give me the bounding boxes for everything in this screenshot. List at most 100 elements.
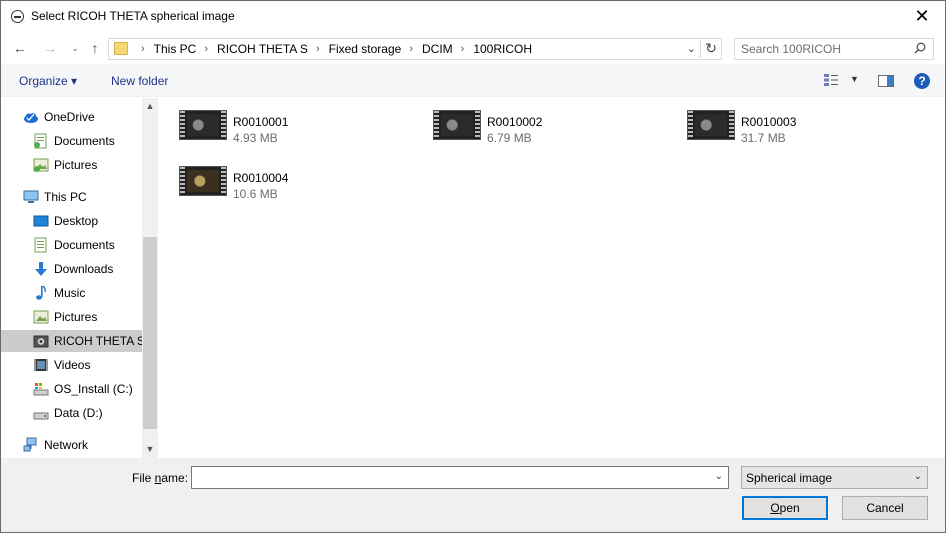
refresh-icon[interactable]: ↻ [700, 40, 717, 58]
sidebar-item-label: Data (D:) [54, 406, 103, 420]
sidebar-item-label: RICOH THETA S [54, 334, 145, 348]
file-list: R0010001 4.93 MB R0010002 6.79 MB R00100… [159, 98, 945, 458]
chevron-right-icon[interactable]: › [141, 43, 145, 55]
file-name: R0010003 [741, 115, 797, 129]
footer-panel: File name: ⌄ Spherical image ⌄ Open Canc… [1, 458, 945, 532]
scroll-down-arrow-icon[interactable]: ▼ [142, 441, 158, 458]
sidebar-item-label: Network [44, 438, 89, 452]
crumb-100ricoh[interactable]: 100RICOH [473, 42, 532, 56]
sidebar-item-label: Downloads [54, 262, 114, 276]
app-icon [11, 10, 24, 23]
drive-icon [33, 405, 49, 421]
computer-icon [23, 189, 39, 205]
help-icon[interactable]: ? [914, 73, 930, 89]
file-type-value: Spherical image [746, 471, 833, 485]
pictures-icon [33, 309, 49, 325]
sidebar-item-label: Videos [54, 358, 91, 372]
file-name: R0010004 [233, 171, 289, 185]
close-button[interactable]: ✕ [899, 1, 945, 31]
file-size: 4.93 MB [233, 131, 278, 145]
crumb-ricoh-theta-s[interactable]: RICOH THETA S [217, 42, 308, 56]
nav-scrollbar[interactable]: ▲ ▼ [142, 98, 158, 458]
file-type-select[interactable]: Spherical image ⌄ [741, 466, 928, 489]
close-icon: ✕ [914, 5, 930, 26]
recent-locations-button[interactable]: ⌄ [67, 40, 83, 56]
file-item[interactable]: R0010003 31.7 MB [667, 98, 907, 145]
sidebar-item-data-drive[interactable]: Data (D:) [33, 402, 103, 424]
scrollbar-thumb[interactable] [143, 237, 157, 429]
sidebar-item-label: This PC [44, 190, 87, 204]
folder-icon [114, 42, 128, 55]
file-item[interactable]: R0010004 10.6 MB [159, 154, 399, 201]
documents-icon [33, 237, 49, 253]
chevron-right-icon[interactable]: › [316, 43, 320, 55]
sidebar-item-label: OS_Install (C:) [54, 382, 133, 396]
cloud-icon [23, 109, 39, 125]
sidebar-item-onedrive-pictures[interactable]: Pictures [33, 154, 97, 176]
search-input[interactable]: Search 100RICOH [734, 38, 934, 60]
filename-field[interactable]: ⌄ [191, 466, 729, 489]
file-item[interactable]: R0010001 4.93 MB [159, 98, 399, 145]
video-thumbnail [179, 110, 227, 140]
command-bar: Organize ▾ New folder ▼ ? [1, 64, 945, 97]
search-placeholder: Search 100RICOH [741, 42, 842, 56]
sidebar-item-label: Documents [54, 134, 115, 148]
sidebar-item-os-install[interactable]: OS_Install (C:) [33, 378, 133, 400]
up-button[interactable]: ↑ [87, 40, 103, 56]
chevron-right-icon[interactable]: › [461, 43, 465, 55]
file-open-dialog: Select RICOH THETA spherical image ✕ ← →… [0, 0, 946, 533]
sidebar-item-network[interactable]: Network [23, 434, 88, 456]
chevron-down-icon[interactable]: ⌄ [715, 471, 723, 482]
download-icon [33, 261, 49, 277]
search-icon[interactable] [914, 42, 926, 54]
video-icon [33, 357, 49, 373]
file-name: R0010002 [487, 115, 543, 129]
drive-icon [33, 381, 49, 397]
chevron-right-icon[interactable]: › [204, 43, 208, 55]
sidebar-item-ricoh-theta-s[interactable]: RICOH THETA S [1, 330, 145, 352]
address-bar[interactable]: › This PC › RICOH THETA S › Fixed storag… [108, 38, 722, 60]
cancel-button[interactable]: Cancel [842, 496, 928, 520]
open-button[interactable]: Open [742, 496, 828, 520]
new-folder-button[interactable]: New folder [111, 74, 168, 88]
sidebar-item-onedrive-documents[interactable]: Documents [33, 130, 115, 152]
sidebar-item-label: Desktop [54, 214, 99, 228]
sidebar-item-pictures[interactable]: Pictures [33, 306, 97, 328]
sidebar-item-onedrive[interactable]: OneDrive [23, 106, 95, 128]
crumb-this-pc[interactable]: This PC [154, 42, 197, 56]
sidebar-item-desktop[interactable]: Desktop [33, 210, 98, 232]
file-size: 10.6 MB [233, 187, 278, 201]
sidebar-item-this-pc[interactable]: This PC [23, 186, 87, 208]
chevron-right-icon[interactable]: › [409, 43, 413, 55]
desktop-icon [33, 213, 49, 229]
preview-pane-icon[interactable] [878, 75, 894, 87]
crumb-dcim[interactable]: DCIM [422, 42, 453, 56]
file-item[interactable]: R0010002 6.79 MB [413, 98, 653, 145]
sidebar-item-music[interactable]: Music [33, 282, 85, 304]
network-icon [23, 437, 39, 453]
documents-icon [33, 133, 49, 149]
view-dropdown-button[interactable]: ▼ [850, 74, 859, 84]
crumb-fixed-storage[interactable]: Fixed storage [329, 42, 402, 56]
file-size: 6.79 MB [487, 131, 532, 145]
address-history-dropdown[interactable]: ⌄ [687, 42, 696, 55]
title-bar: Select RICOH THETA spherical image ✕ [1, 1, 945, 32]
video-thumbnail [179, 166, 227, 196]
video-thumbnail [433, 110, 481, 140]
forward-button[interactable]: → [42, 40, 58, 56]
sidebar-item-label: Pictures [54, 158, 98, 172]
sidebar-item-documents[interactable]: Documents [33, 234, 115, 256]
scroll-up-arrow-icon[interactable]: ▲ [142, 98, 158, 115]
sidebar-item-downloads[interactable]: Downloads [33, 258, 113, 280]
view-options-icon[interactable] [824, 74, 838, 86]
sidebar-item-label: OneDrive [44, 110, 95, 124]
file-name: R0010001 [233, 115, 289, 129]
organize-button[interactable]: Organize ▾ [19, 74, 77, 88]
window-title: Select RICOH THETA spherical image [31, 9, 235, 23]
navigation-pane: OneDrive Documents Pictures This PC Desk… [1, 98, 158, 458]
back-button[interactable]: ← [12, 40, 28, 56]
breadcrumb: › This PC › RICOH THETA S › Fixed storag… [133, 42, 532, 56]
music-icon [33, 285, 49, 301]
sidebar-item-videos[interactable]: Videos [33, 354, 90, 376]
chevron-down-icon[interactable]: ⌄ [914, 471, 922, 482]
